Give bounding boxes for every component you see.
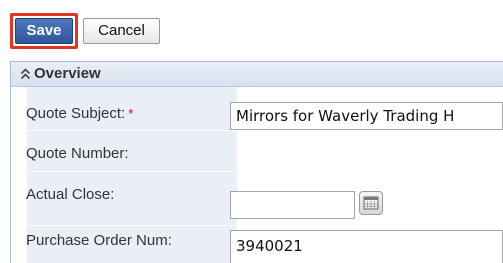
save-button[interactable]: Save: [15, 18, 73, 44]
row-divider: [27, 130, 503, 131]
row-divider: [27, 171, 503, 172]
actual-close-label: Actual Close:: [26, 186, 115, 203]
cancel-button[interactable]: Cancel: [83, 18, 160, 44]
row-divider: [27, 225, 503, 226]
overview-panel-header[interactable]: Overview: [11, 62, 503, 87]
panel-title: Overview: [34, 65, 101, 82]
calendar-icon: [363, 196, 379, 210]
required-marker: *: [128, 106, 134, 121]
purchase-order-num-label: Purchase Order Num:: [26, 232, 172, 249]
quote-subject-field[interactable]: Mirrors for Waverly Trading H: [230, 102, 503, 130]
actual-close-date-field[interactable]: [230, 191, 355, 219]
calendar-button[interactable]: [359, 191, 383, 215]
quote-edit-view: Save Cancel Overview Quote Subject: * Quo…: [0, 0, 503, 263]
purchase-order-num-field[interactable]: 3940021: [230, 230, 503, 263]
chevron-up-double-icon[interactable]: [20, 67, 31, 81]
quote-number-label: Quote Number:: [26, 145, 129, 162]
quote-subject-label: Quote Subject: *: [26, 105, 134, 122]
